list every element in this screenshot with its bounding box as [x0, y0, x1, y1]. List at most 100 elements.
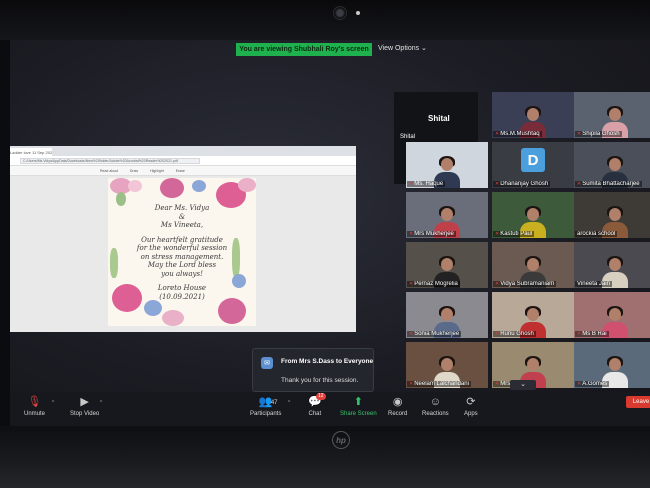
- participant-name: Dhananjay Ghosh: [500, 181, 549, 187]
- address-bar[interactable]: C:/Users/Ms.Vidya/AppData/Downloads/New%…: [20, 157, 200, 164]
- participant-tile[interactable]: D ✕ Dhananjay Ghosh: [492, 142, 574, 188]
- participant-name-tag: ✕ Ms. Haque: [407, 181, 446, 187]
- stop-video-button[interactable]: ▶ Stop Video: [70, 395, 99, 417]
- apps-button[interactable]: ⟳ Apps: [464, 395, 478, 417]
- chat-message: Thank you for this session.: [281, 377, 359, 384]
- participant-name-tag: ✕ Neelam Lalchandani: [407, 381, 471, 387]
- person-head: [441, 308, 453, 321]
- view-options-menu[interactable]: View Options ⌄: [378, 44, 427, 52]
- person-head: [441, 258, 453, 271]
- participant-name: Sumita Bhattacharjee: [582, 181, 640, 187]
- participant-name: arockia school: [577, 231, 616, 237]
- card-line: Loreto House: [157, 284, 207, 292]
- person-head: [527, 258, 539, 271]
- record-icon: ◉: [392, 396, 403, 408]
- participant-name-tag: ✕ Dhananjay Ghosh: [493, 181, 551, 187]
- browser-tab-strip: Ladder love 11 Sep 2021 1.pdf: [10, 146, 356, 156]
- card-message: Dear Ms. Vidya & Ms Vineeta, Our heartfe…: [108, 204, 256, 301]
- participant-name-tag: ✕ A.Gomes: [575, 381, 610, 387]
- pdf-toolbar: Read aloud Draw Highlight Erase: [10, 166, 356, 176]
- flower-decoration: [128, 180, 142, 192]
- participants-button[interactable]: 👥 47 Participants: [250, 395, 281, 417]
- person-head: [441, 158, 453, 171]
- person-head: [609, 208, 621, 221]
- participant-tile[interactable]: ✕ Sumita Bhattacharjee: [574, 142, 650, 188]
- participant-name: Runu Ghosh: [500, 331, 534, 337]
- card-line: for the wonderful session: [136, 244, 228, 252]
- participant-tile[interactable]: ✕ Ms. Haque: [406, 142, 488, 188]
- card-line: you always!: [161, 269, 203, 278]
- pdf-tool[interactable]: Highlight: [150, 169, 164, 173]
- pdf-tool[interactable]: Read aloud: [100, 169, 118, 173]
- audio-options-caret-icon[interactable]: ^: [52, 400, 54, 406]
- person-head: [609, 308, 621, 321]
- chat-unread-badge: 12: [316, 393, 326, 400]
- microphone-muted-icon: ✕: [495, 231, 500, 237]
- participant-tile[interactable]: ✕ Sonia Mukherjee: [406, 292, 488, 338]
- participant-tile[interactable]: ✕ Mrs Mukherjee: [406, 192, 488, 238]
- participant-tile[interactable]: ✕ Neelam Lalchandani: [406, 342, 488, 388]
- participant-tile[interactable]: ✕ A.Gomes: [574, 342, 650, 388]
- participants-label: Participants: [250, 411, 282, 417]
- microphone-muted-icon: ✕: [409, 281, 414, 287]
- person-head: [609, 358, 621, 371]
- record-button[interactable]: ◉ Record: [388, 395, 407, 417]
- participant-name-tag: Vineeta Jain: [575, 281, 612, 287]
- pdf-tool[interactable]: Draw: [130, 169, 138, 173]
- participant-name: Pernaz Mogrelia: [414, 281, 458, 287]
- leave-button[interactable]: Leave: [626, 396, 650, 408]
- person-head: [527, 358, 539, 371]
- participant-name-tag: ✕ Kastuti Paul: [493, 231, 535, 237]
- person-head: [527, 208, 539, 221]
- microphone-muted-icon: ✕: [409, 331, 414, 337]
- person-head: [609, 108, 621, 121]
- microphone-muted-icon: ✕: [495, 331, 500, 337]
- chat-button[interactable]: 💬 12 Chat: [308, 393, 326, 417]
- pdf-tool[interactable]: Erase: [176, 169, 185, 173]
- unmute-button[interactable]: 🎙 Unmute: [24, 395, 45, 417]
- share-screen-button[interactable]: ⬆ Share Screen: [340, 395, 377, 417]
- video-options-caret-icon[interactable]: ^: [100, 400, 102, 406]
- participant-tile[interactable]: arockia school: [574, 192, 650, 238]
- participant-name: Ms. Haque: [414, 181, 444, 187]
- card-line: on stress management.: [140, 252, 224, 261]
- participant-tile[interactable]: Vineeta Jain: [574, 242, 650, 288]
- flower-decoration: [238, 178, 256, 192]
- participant-tile[interactable]: ✕ Runu Ghosh: [492, 292, 574, 338]
- participant-tile[interactable]: ✕ Ms.M.Mushtaq: [492, 92, 574, 138]
- viewing-screen-banner: You are viewing Shubhali Roy's screen: [236, 43, 372, 56]
- share-screen-label: Share Screen: [340, 411, 377, 417]
- chat-notification[interactable]: ✉ From Mrs S.Dass to Everyone Thank you …: [252, 348, 374, 392]
- share-screen-icon: ⬆: [353, 396, 363, 408]
- flower-decoration: [160, 178, 184, 198]
- flower-decoration: [218, 298, 246, 324]
- participant-tile[interactable]: ✕ Shipila Ghosh: [574, 92, 650, 138]
- card-line: Dear Ms. Vidya: [154, 204, 210, 212]
- browser-tab[interactable]: Ladder love 11 Sep 2021 1.pdf: [10, 148, 52, 156]
- participants-caret-icon[interactable]: ^: [288, 400, 290, 406]
- chat-label: Chat: [308, 411, 322, 417]
- flower-decoration: [144, 300, 162, 316]
- flower-decoration: [192, 180, 206, 192]
- participant-name-large: Shital: [428, 114, 450, 123]
- gallery-next-button[interactable]: ⌄: [510, 380, 536, 390]
- participants-count: 47: [270, 400, 278, 406]
- participant-name: Neelam Lalchandani: [414, 381, 469, 387]
- participant-tile[interactable]: ✕ Ms B Rai: [574, 292, 650, 338]
- participant-tile[interactable]: ✕ Vidya Subramaniam: [492, 242, 574, 288]
- card-line: Ms Vineeta,: [160, 221, 204, 229]
- participant-tile[interactable]: ✕ Kastuti Paul: [492, 192, 574, 238]
- participant-name-tag: ✕ Runu Ghosh: [493, 331, 536, 337]
- microphone-muted-icon: ✕: [409, 231, 414, 237]
- record-label: Record: [388, 411, 408, 417]
- participant-name: Ms.M.Mushtaq: [500, 131, 540, 137]
- participant-name-tag: ✕ Sonia Mukherjee: [407, 331, 462, 337]
- microphone-muted-icon: ✕: [409, 181, 414, 187]
- reactions-button[interactable]: ☺ Reactions: [422, 395, 449, 417]
- participant-name-tag: ✕ Sumita Bhattacharjee: [575, 181, 642, 187]
- meeting-toolbar: 🎙 Unmute ^ ▶ Stop Video ^ 👥 47 Participan…: [10, 392, 650, 426]
- zoom-meeting-window: You are viewing Shubhali Roy's screen Vi…: [10, 40, 650, 426]
- participant-tile[interactable]: ✕ Pernaz Mogrelia: [406, 242, 488, 288]
- apps-icon: ⟳: [466, 396, 476, 408]
- participant-name: Ms B Rai: [582, 331, 607, 337]
